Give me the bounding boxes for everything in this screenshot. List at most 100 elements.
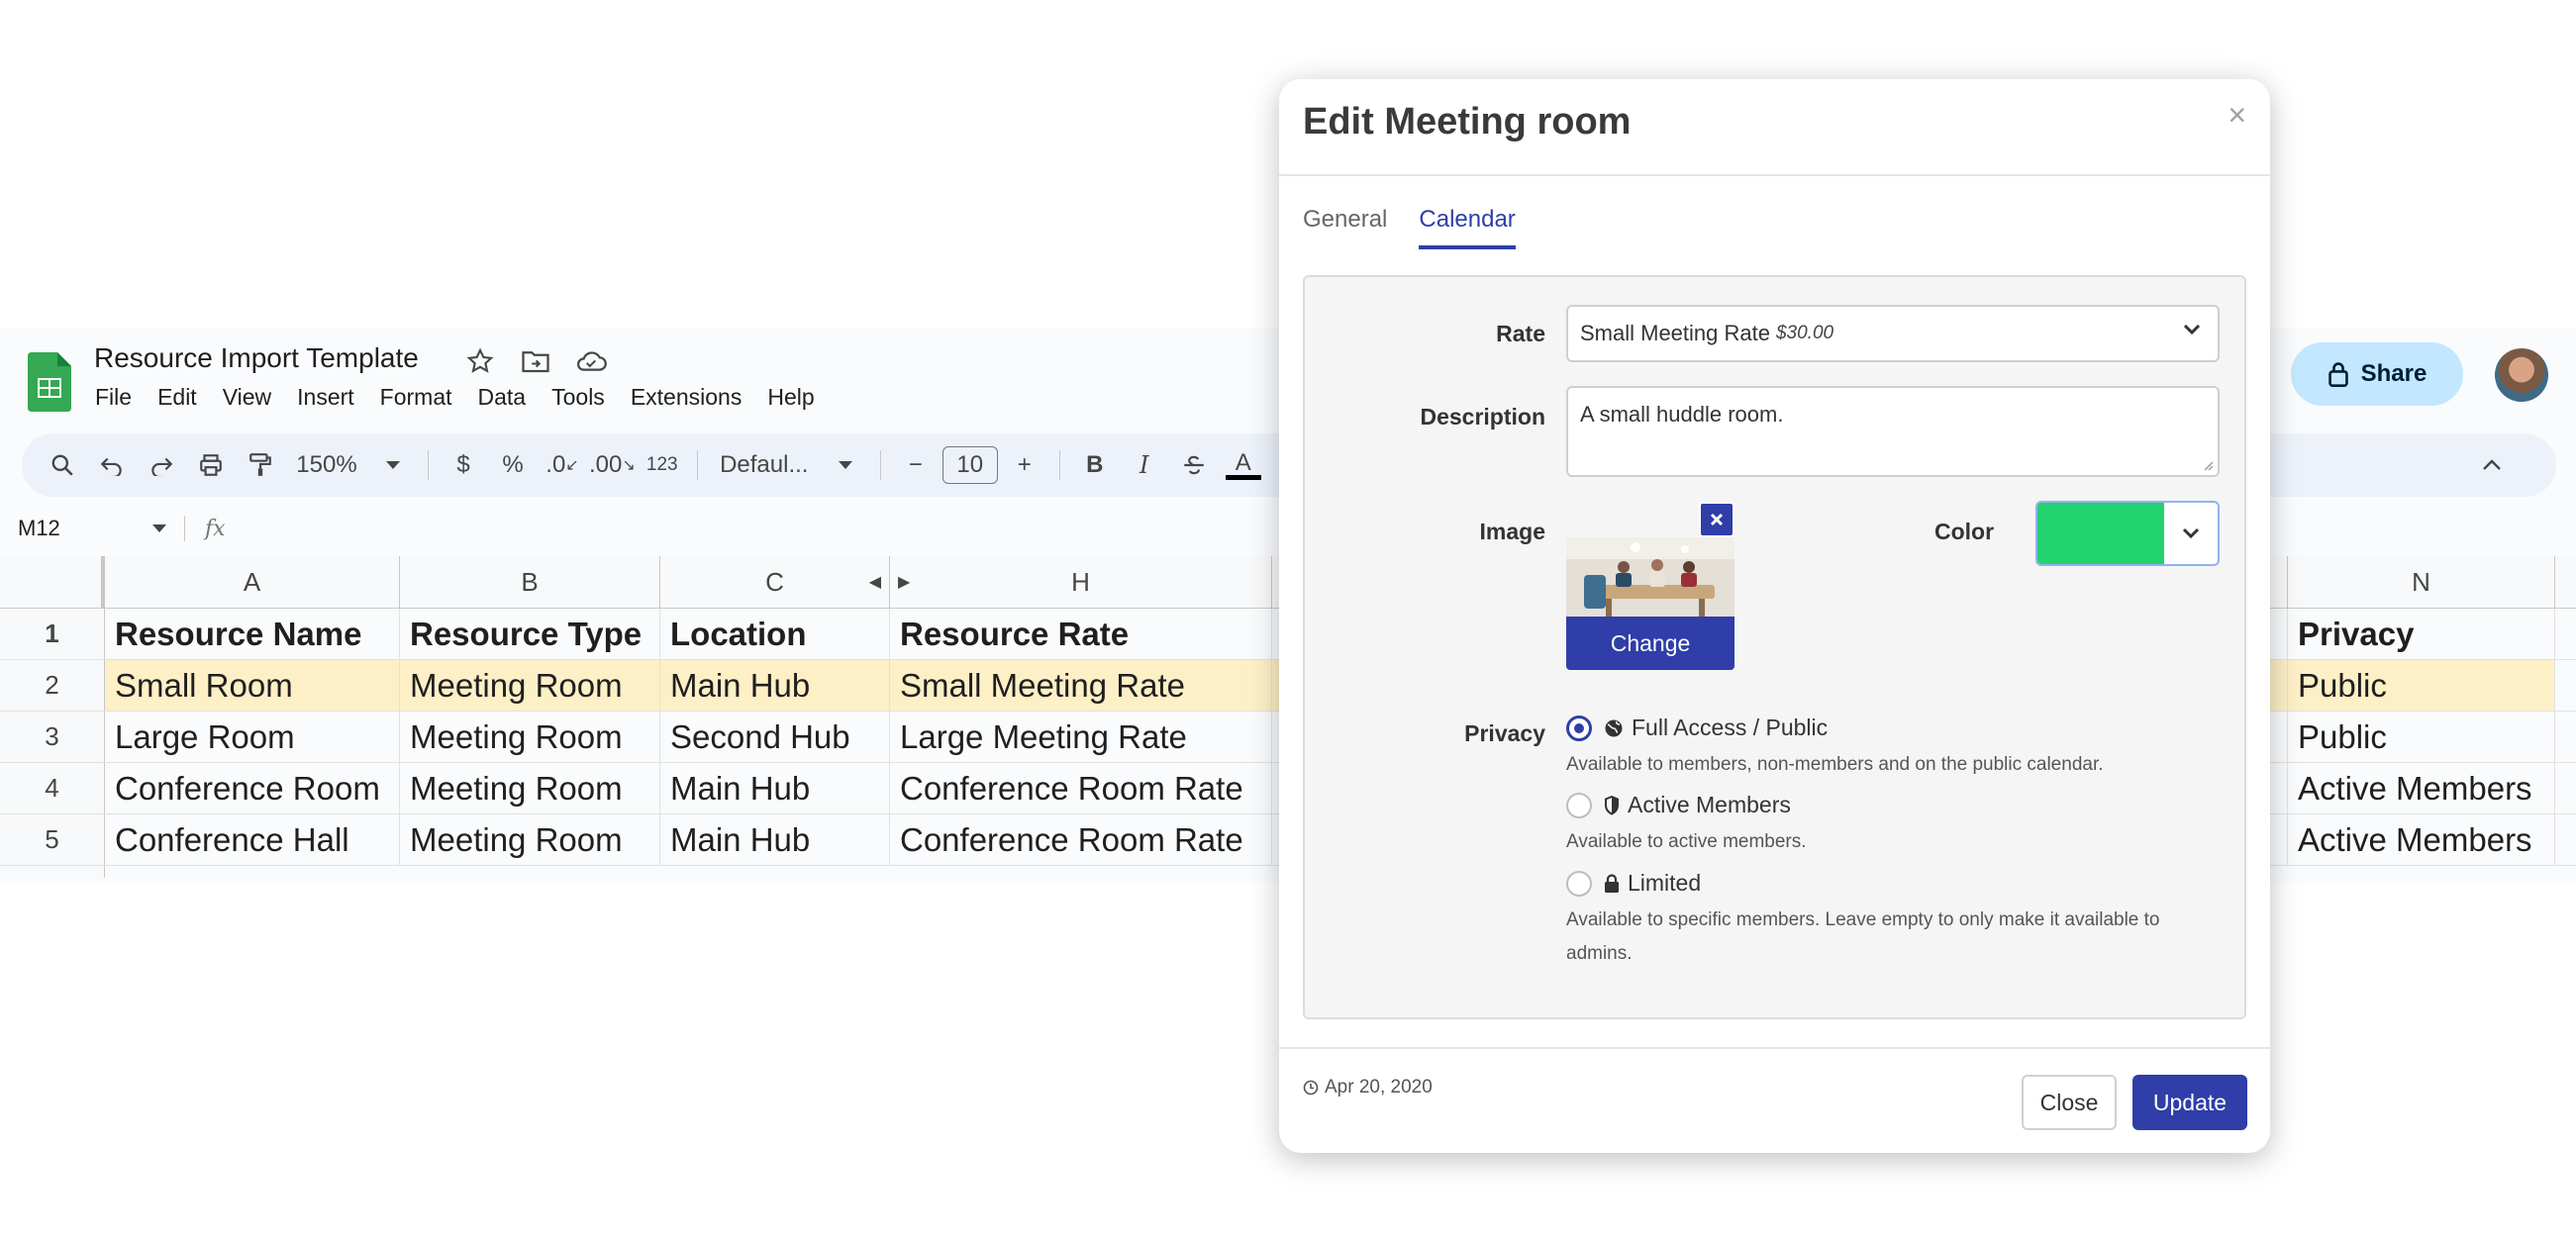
cell[interactable]: Main Hub	[660, 763, 890, 813]
share-button[interactable]: Share	[2291, 342, 2463, 406]
change-image-button[interactable]: Change	[1566, 617, 1734, 670]
menu-file[interactable]: File	[95, 384, 132, 411]
font-family-value: Defaul...	[720, 451, 809, 478]
description-value: A small huddle room.	[1580, 402, 1784, 427]
cell[interactable]: Conference Room	[105, 763, 400, 813]
decrease-font-size-button[interactable]: −	[893, 442, 939, 488]
column-header-h[interactable]: ▶ H	[890, 556, 1272, 608]
cell[interactable]: Small Meeting Rate	[890, 660, 1272, 711]
cell[interactable]: Resource Type	[400, 609, 660, 659]
cell[interactable]: Large Meeting Rate	[890, 712, 1272, 762]
cell[interactable]: Conference Room Rate	[890, 763, 1272, 813]
cell[interactable]: Public	[2288, 712, 2555, 762]
tab-calendar[interactable]: Calendar	[1419, 206, 1516, 249]
menu-extensions[interactable]: Extensions	[631, 384, 743, 411]
text-color-bar	[1225, 474, 1261, 480]
modal-tabs: General Calendar	[1303, 206, 1516, 249]
cell[interactable]: Main Hub	[660, 814, 890, 865]
currency-format-button[interactable]: $	[441, 442, 486, 488]
privacy-option-limited[interactable]: Limited	[1566, 870, 1701, 897]
cell[interactable]: Large Room	[105, 712, 400, 762]
cell[interactable]: Conference Room Rate	[890, 814, 1272, 865]
zoom-select[interactable]: 150%	[287, 442, 366, 488]
menu-data[interactable]: Data	[478, 384, 527, 411]
strikethrough-icon[interactable]	[1171, 442, 1217, 488]
italic-button[interactable]: I	[1122, 442, 1167, 488]
cell[interactable]: Active Members	[2288, 763, 2555, 813]
close-icon[interactable]: ×	[2228, 97, 2246, 134]
color-picker[interactable]	[2035, 501, 2220, 566]
radio-active-members[interactable]	[1566, 792, 1592, 818]
move-folder-icon[interactable]	[519, 344, 552, 378]
hidden-columns-left-arrow-icon[interactable]: ◀	[869, 572, 881, 592]
column-header-c[interactable]: C ◀	[660, 556, 890, 608]
document-title[interactable]: Resource Import Template	[94, 342, 419, 374]
avatar[interactable]	[2495, 348, 2548, 402]
sheets-logo-icon[interactable]	[28, 352, 71, 412]
menu-edit[interactable]: Edit	[157, 384, 197, 411]
increase-font-size-button[interactable]: +	[1002, 442, 1047, 488]
menu-help[interactable]: Help	[767, 384, 814, 411]
cell[interactable]: Meeting Room	[400, 660, 660, 711]
chevron-up-icon[interactable]	[2469, 442, 2515, 488]
row-number[interactable]: 1	[0, 609, 105, 659]
menu-view[interactable]: View	[223, 384, 271, 411]
cloud-saved-icon[interactable]	[574, 344, 608, 378]
cell[interactable]: Meeting Room	[400, 814, 660, 865]
privacy-option-public[interactable]: Full Access / Public	[1566, 715, 1828, 741]
text-color-button[interactable]: A	[1221, 442, 1266, 488]
cell[interactable]: Second Hub	[660, 712, 890, 762]
remove-image-button[interactable]	[1699, 502, 1734, 537]
paint-format-icon[interactable]	[238, 442, 283, 488]
font-dropdown-icon[interactable]	[823, 442, 868, 488]
percent-format-button[interactable]: %	[490, 442, 536, 488]
menu-format[interactable]: Format	[380, 384, 452, 411]
row-number[interactable]: 4	[0, 763, 105, 813]
print-icon[interactable]	[188, 442, 234, 488]
star-icon[interactable]	[463, 344, 497, 378]
cell[interactable]: Main Hub	[660, 660, 890, 711]
column-header-n[interactable]: N	[2288, 556, 2555, 608]
zoom-dropdown-icon[interactable]	[370, 442, 416, 488]
font-size-input[interactable]: 10	[941, 442, 998, 488]
cell[interactable]: Public	[2288, 660, 2555, 711]
select-all-corner[interactable]	[0, 556, 105, 608]
description-input[interactable]: A small huddle room.	[1566, 386, 2220, 477]
name-box[interactable]: M12	[0, 516, 166, 541]
resize-handle-icon[interactable]	[2202, 459, 2214, 471]
cell[interactable]: Resource Rate	[890, 609, 1272, 659]
cell[interactable]: Small Room	[105, 660, 400, 711]
cell[interactable]: Meeting Room	[400, 712, 660, 762]
row-number[interactable]: 2	[0, 660, 105, 711]
redo-icon[interactable]	[139, 442, 184, 488]
menu-tools[interactable]: Tools	[551, 384, 605, 411]
decrease-decimal-button[interactable]: .0 ↙	[540, 442, 585, 488]
radio-public[interactable]	[1566, 715, 1592, 741]
column-header-a[interactable]: A	[105, 556, 400, 608]
radio-limited[interactable]	[1566, 870, 1592, 897]
font-family-select[interactable]: Defaul...	[710, 442, 819, 488]
cell[interactable]: Privacy	[2288, 609, 2555, 659]
undo-icon[interactable]	[89, 442, 135, 488]
close-button[interactable]: Close	[2022, 1075, 2117, 1130]
row-number[interactable]: 3	[0, 712, 105, 762]
cell[interactable]: Meeting Room	[400, 763, 660, 813]
search-icon[interactable]	[40, 442, 85, 488]
bold-button[interactable]: B	[1072, 442, 1118, 488]
arrow-left-icon: ↙	[565, 457, 579, 474]
shield-icon	[1605, 795, 1619, 815]
column-header-b[interactable]: B	[400, 556, 660, 608]
tab-general[interactable]: General	[1303, 206, 1387, 249]
menu-insert[interactable]: Insert	[297, 384, 354, 411]
update-button[interactable]: Update	[2132, 1075, 2247, 1130]
privacy-option-active-members[interactable]: Active Members	[1566, 792, 1791, 818]
rate-select[interactable]: Small Meeting Rate $30.00	[1566, 305, 2220, 362]
cell[interactable]: Active Members	[2288, 814, 2555, 865]
hidden-columns-right-arrow-icon[interactable]: ▶	[898, 572, 910, 592]
increase-decimal-button[interactable]: .00 ↘	[589, 442, 636, 488]
number-format-button[interactable]: 123	[640, 442, 685, 488]
cell[interactable]: Conference Hall	[105, 814, 400, 865]
row-number[interactable]: 5	[0, 814, 105, 865]
cell[interactable]: Location	[660, 609, 890, 659]
cell[interactable]: Resource Name	[105, 609, 400, 659]
